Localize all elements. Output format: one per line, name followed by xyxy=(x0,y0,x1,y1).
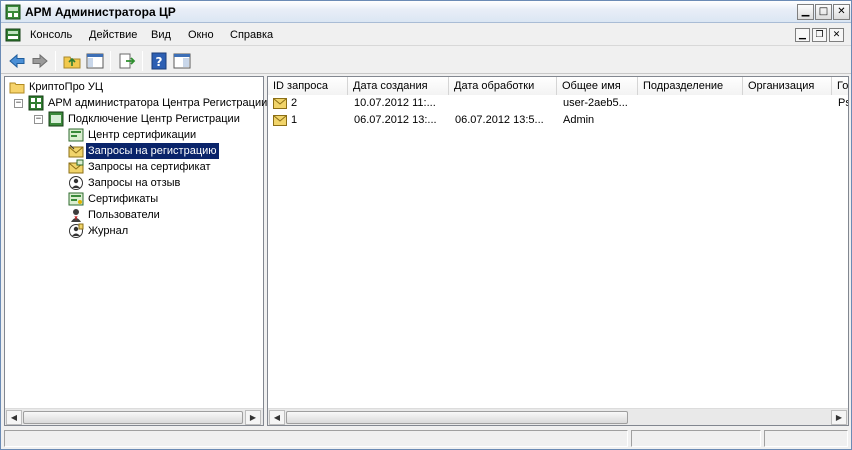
toolbar: ? xyxy=(1,47,851,74)
menu-console[interactable]: Консоль xyxy=(30,29,72,41)
column-header-created[interactable]: Дата создания xyxy=(348,77,449,95)
envelope-icon xyxy=(273,115,287,126)
folder-icon xyxy=(9,82,25,94)
tree-node-label: Журнал xyxy=(88,225,129,237)
journal-icon xyxy=(69,223,84,238)
child-close-button[interactable]: ✕ xyxy=(829,28,844,42)
cell-extra: Ps xyxy=(838,97,848,109)
console-tree-pane[interactable]: КриптоПро УЦ − АРМ администратора Центра… xyxy=(4,76,267,426)
cell-id: 2 xyxy=(291,97,298,109)
cell-id: 1 xyxy=(291,114,298,126)
cell-organization xyxy=(745,112,831,129)
column-header-department[interactable]: Подразделение xyxy=(638,77,743,95)
show-hide-tree-icon[interactable] xyxy=(85,51,105,71)
column-header-common-name[interactable]: Общее имя xyxy=(557,77,638,95)
collapse-toggle[interactable]: − xyxy=(34,115,43,124)
window-title: АРМ Администратора ЦР xyxy=(25,5,176,19)
tree-node-label: Запросы на регистрацию xyxy=(85,142,220,160)
back-arrow-icon[interactable] xyxy=(7,51,27,71)
results-list-pane[interactable]: ID запроса Дата создания Дата обработки … xyxy=(267,76,849,426)
status-bar xyxy=(1,428,851,449)
certificate-request-icon xyxy=(68,159,84,174)
close-button[interactable]: ✕ xyxy=(833,4,850,20)
menu-window[interactable]: Окно xyxy=(188,29,214,41)
cell-created: 06.07.2012 13:... xyxy=(354,114,437,126)
certificate-authority-icon xyxy=(68,128,84,142)
up-folder-icon[interactable] xyxy=(62,51,82,71)
app-icon xyxy=(5,4,21,20)
scroll-left-button[interactable]: ◀ xyxy=(6,410,22,425)
tree-node-label: Запросы на сертификат xyxy=(88,161,211,173)
tree-horizontal-scrollbar[interactable]: ◀ ▶ xyxy=(5,408,263,425)
scroll-right-button[interactable]: ▶ xyxy=(245,410,261,425)
tree-node-label: Запросы на отзыв xyxy=(88,177,181,189)
registration-request-icon xyxy=(68,144,84,158)
cell-common-name: Admin xyxy=(563,114,595,126)
table-row[interactable]: 2 10.07.2012 11:... user-2aeb5... Ps xyxy=(268,95,848,112)
menu-action[interactable]: Действие xyxy=(89,29,137,41)
menu-bar: Консоль Действие Вид Окно Справка ▁ ❐ ✕ xyxy=(1,24,851,46)
status-panel-secondary xyxy=(631,430,761,447)
connection-icon xyxy=(48,111,64,127)
console-icon[interactable] xyxy=(5,27,21,43)
column-header-id[interactable]: ID запроса xyxy=(268,77,348,95)
certificates-icon xyxy=(68,192,84,206)
scroll-thumb[interactable] xyxy=(286,411,628,424)
scroll-thumb[interactable] xyxy=(23,411,243,424)
child-restore-button[interactable]: ❐ xyxy=(812,28,827,42)
cell-organization xyxy=(745,95,831,112)
cell-processed: 06.07.2012 13:5... xyxy=(455,114,544,126)
scroll-left-button[interactable]: ◀ xyxy=(269,410,285,425)
cell-processed xyxy=(451,95,556,112)
cell-department xyxy=(640,95,742,112)
minimize-button[interactable]: ▁ xyxy=(797,4,814,20)
cell-department xyxy=(640,112,742,129)
revocation-request-icon xyxy=(69,176,83,190)
cell-common-name: user-2aeb5... xyxy=(563,97,628,109)
list-header: ID запроса Дата создания Дата обработки … xyxy=(268,77,848,95)
status-panel-main xyxy=(4,430,628,447)
tree-node-label: Сертификаты xyxy=(88,193,159,205)
users-icon xyxy=(71,209,81,222)
help-icon[interactable]: ? xyxy=(149,51,169,71)
properties-pane-icon[interactable] xyxy=(172,51,192,71)
column-header-extra[interactable]: Го xyxy=(832,77,848,95)
collapse-toggle[interactable]: − xyxy=(14,99,23,108)
tree-node-label: АРМ администратора Центра Регистрации xyxy=(48,97,268,109)
menu-view[interactable]: Вид xyxy=(151,29,171,41)
maximize-button[interactable]: □ xyxy=(815,4,832,20)
export-list-icon[interactable] xyxy=(117,51,137,71)
tree-node-label: Центр сертификации xyxy=(88,129,197,141)
tree-node-label: Подключение Центр Регистрации xyxy=(68,113,240,125)
child-minimize-button[interactable]: ▁ xyxy=(795,28,810,42)
svg-text:?: ? xyxy=(156,55,163,69)
list-horizontal-scrollbar[interactable]: ◀ ▶ xyxy=(268,408,848,425)
title-bar[interactable]: АРМ Администратора ЦР ▁ □ ✕ xyxy=(1,1,851,23)
admin-console-icon xyxy=(28,95,44,111)
status-panel-tertiary xyxy=(764,430,848,447)
cell-created: 10.07.2012 11:... xyxy=(354,97,436,109)
column-header-organization[interactable]: Организация xyxy=(743,77,832,95)
forward-arrow-icon[interactable] xyxy=(30,51,50,71)
tree-node-label: Пользователи xyxy=(88,209,160,221)
cell-extra xyxy=(834,112,848,129)
tree-root-label: КриптоПро УЦ xyxy=(29,81,103,93)
scroll-right-button[interactable]: ▶ xyxy=(831,410,847,425)
menu-help[interactable]: Справка xyxy=(230,29,273,41)
mmc-window: АРМ Администратора ЦР ▁ □ ✕ Консоль Дейс… xyxy=(0,0,852,450)
column-header-processed[interactable]: Дата обработки xyxy=(449,77,557,95)
envelope-icon xyxy=(273,98,287,109)
table-row[interactable]: 1 06.07.2012 13:... 06.07.2012 13:5... A… xyxy=(268,112,848,129)
